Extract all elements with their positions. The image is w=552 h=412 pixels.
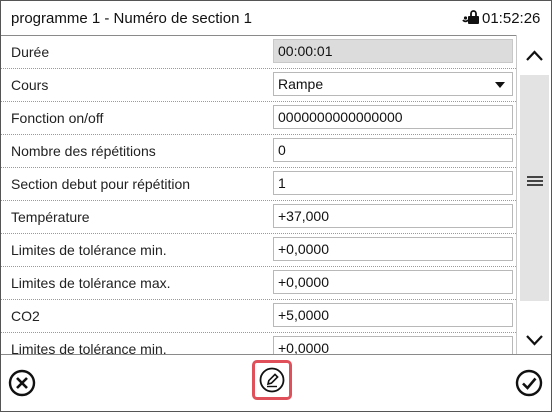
parameter-value: +0,0000 (278, 274, 329, 290)
parameter-list: Durée 00:00:01 Cours Rampe Fonction on/off 00… (1, 35, 516, 354)
close-circle-icon (8, 369, 36, 397)
parameter-row: Fonction on/off 0000000000000000 (1, 101, 516, 135)
parameter-dropdown[interactable]: Rampe (273, 72, 513, 96)
scrollbar[interactable] (516, 35, 551, 355)
parameter-value: Rampe (278, 76, 324, 92)
parameter-label: Fonction on/off (11, 110, 104, 126)
parameter-row: CO2 +5,0000 (1, 299, 516, 333)
parameter-label: Section debut pour répétition (11, 176, 191, 192)
parameter-value: +0,0000 (278, 241, 329, 257)
parameter-value: 1 (278, 175, 286, 191)
parameter-row: Limites de tolérance min. +0,0000 (1, 332, 516, 354)
parameter-value: +37,000 (278, 208, 329, 224)
parameter-input[interactable]: +0,0000 (273, 237, 513, 261)
parameter-input[interactable]: 0 (273, 138, 513, 162)
parameter-input[interactable]: +37,000 (273, 204, 513, 228)
title-bar: programme 1 - Numéro de section 1 01:52:… (1, 1, 551, 36)
edit-pencil-icon (259, 367, 285, 393)
parameter-value: +0,0000 (278, 340, 329, 354)
parameter-row: Section debut pour répétition 1 (1, 167, 516, 201)
lock-icon (462, 9, 480, 25)
bottom-toolbar (1, 354, 551, 411)
parameter-label: CO2 (11, 308, 40, 324)
cancel-button[interactable] (7, 368, 37, 398)
parameter-row: Durée 00:00:01 (1, 35, 516, 69)
parameter-row: Température +37,000 (1, 200, 516, 234)
parameter-input[interactable]: +0,0000 (273, 270, 513, 294)
clock-time: 01:52:26 (482, 10, 541, 27)
parameter-value: 0 (278, 142, 286, 158)
parameter-input[interactable]: 0000000000000000 (273, 105, 513, 129)
parameter-input[interactable]: +0,0000 (273, 336, 513, 354)
chevron-up-icon[interactable] (517, 41, 551, 71)
check-circle-icon (515, 369, 543, 397)
parameter-value: 0000000000000000 (278, 109, 403, 125)
menu-icon[interactable] (527, 174, 543, 188)
chevron-down-icon[interactable] (517, 325, 551, 355)
parameter-label: Limites de tolérance max. (11, 275, 171, 291)
parameter-readonly-value: 00:00:01 (273, 39, 513, 63)
parameter-label: Cours (11, 77, 49, 93)
program-section-dialog: programme 1 - Numéro de section 1 01:52:… (0, 0, 552, 412)
parameter-row: Limites de tolérance max. +0,0000 (1, 266, 516, 300)
parameter-label: Limites de tolérance min. (11, 242, 167, 258)
page-title: programme 1 - Numéro de section 1 (11, 10, 252, 27)
parameter-row: Cours Rampe (1, 68, 516, 102)
parameter-input[interactable]: +5,0000 (273, 303, 513, 327)
parameter-label: Nombre des répétitions (11, 143, 156, 159)
dropdown-arrow-icon[interactable] (495, 82, 505, 88)
parameter-row: Limites de tolérance min. +0,0000 (1, 233, 516, 267)
edit-button[interactable] (252, 360, 292, 400)
parameter-label: Durée (11, 44, 50, 60)
scroll-thumb[interactable] (520, 75, 549, 301)
parameter-value: 00:00:01 (278, 43, 333, 59)
parameter-row: Nombre des répétitions 0 (1, 134, 516, 168)
confirm-button[interactable] (514, 368, 544, 398)
parameter-label: Limites de tolérance min. (11, 341, 167, 354)
parameter-input[interactable]: 1 (273, 171, 513, 195)
parameter-value: +5,0000 (278, 307, 329, 323)
parameter-label: Température (11, 209, 90, 225)
